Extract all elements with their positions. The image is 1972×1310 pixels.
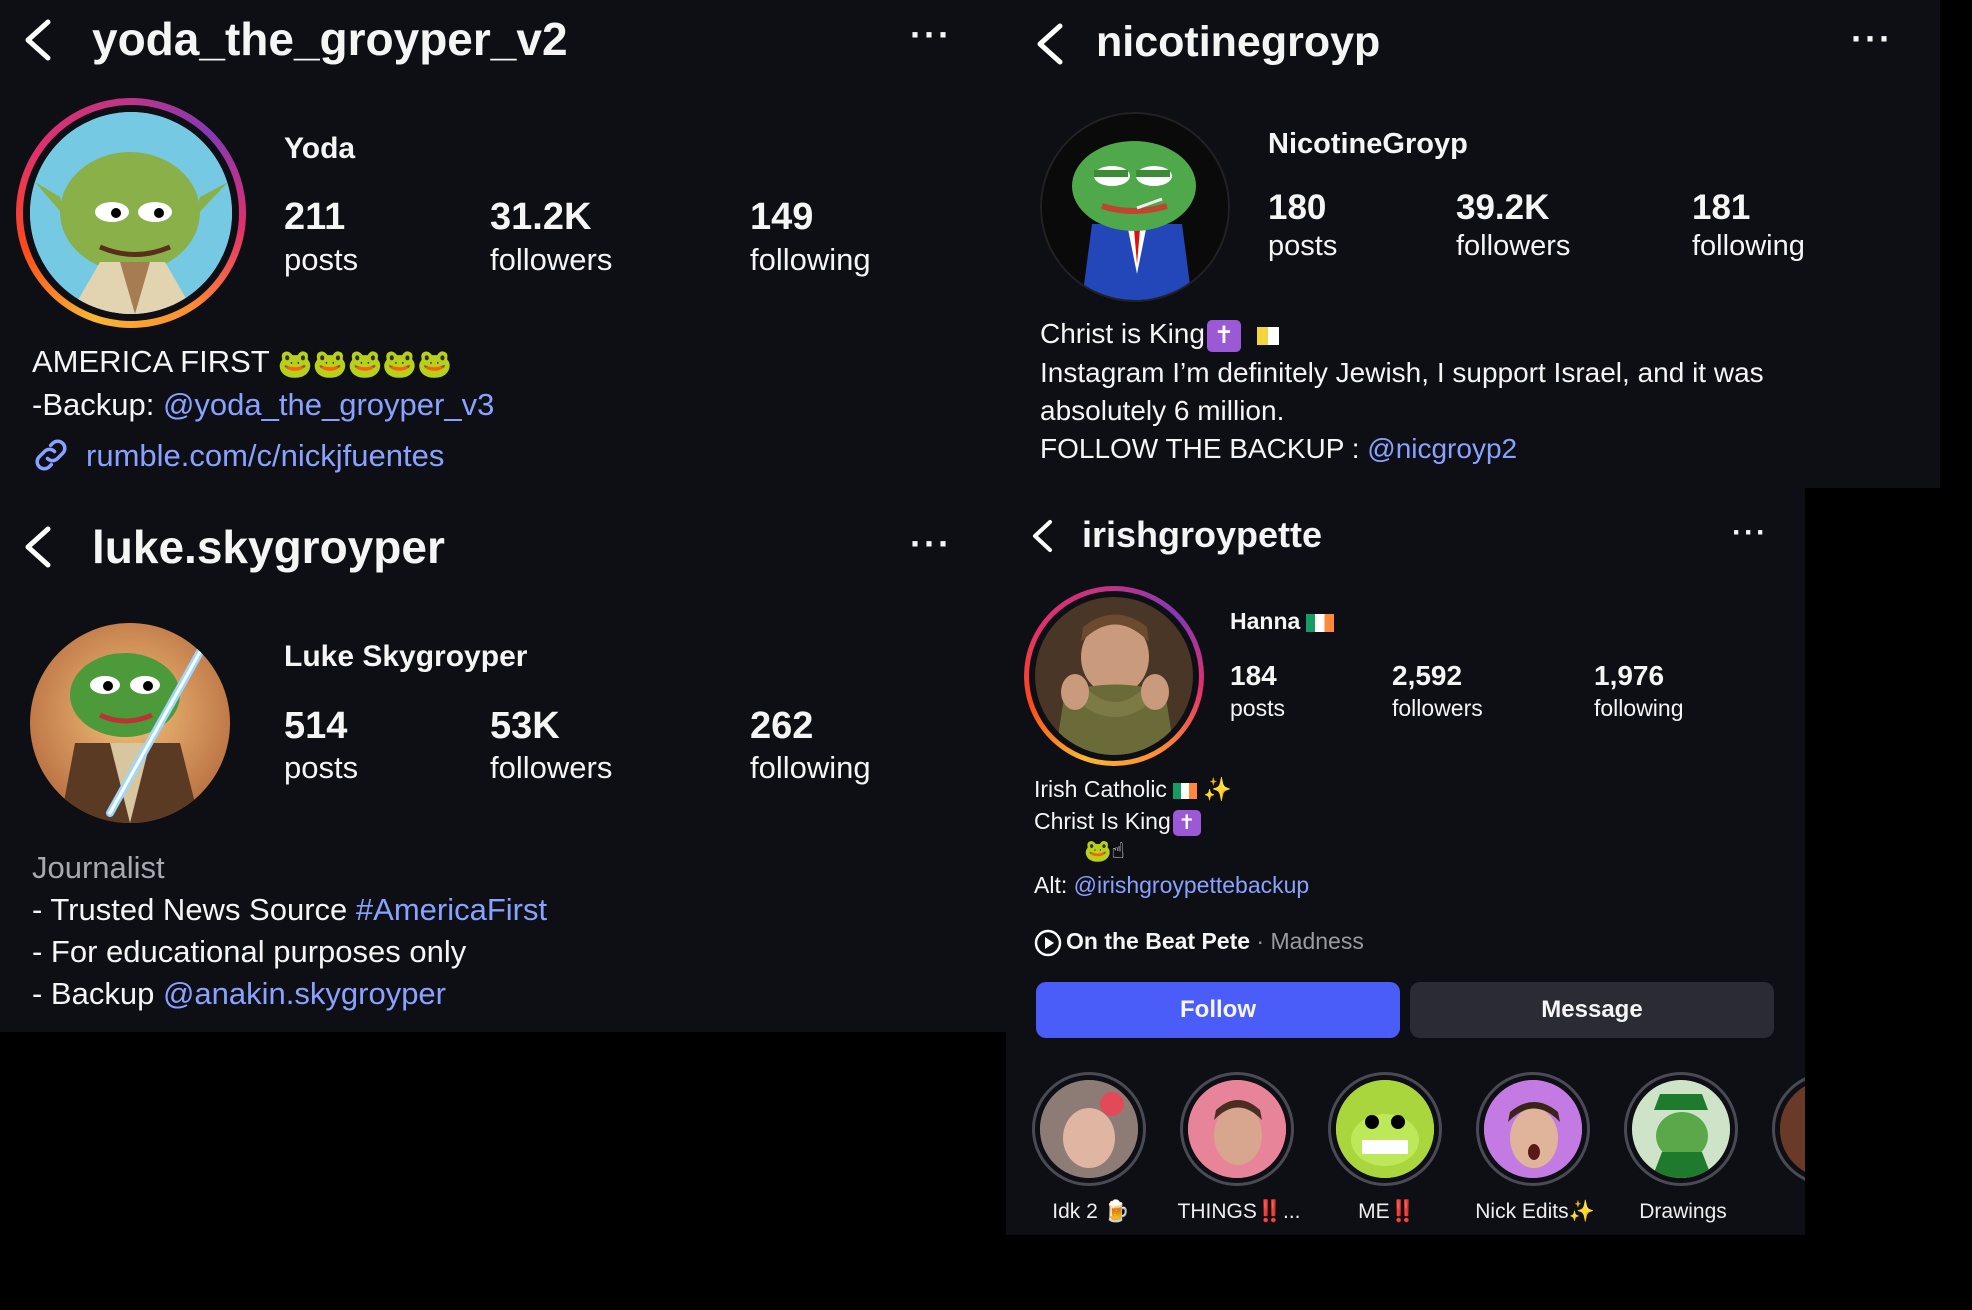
display-name: Hanna — [1230, 608, 1335, 635]
more-options-icon[interactable]: ··· — [1732, 516, 1768, 550]
posts-count[interactable]: 211 — [284, 196, 345, 239]
profile-panel-nicotinegroyp: nicotinegroyp ··· NicotineGroyp 180 post… — [1006, 0, 1940, 488]
avatar — [1040, 112, 1230, 302]
story-ring[interactable] — [16, 98, 246, 328]
following-label: following — [1594, 695, 1684, 721]
posts-label: posts — [284, 750, 359, 785]
highlight-label: Idk 2 🍺 — [1052, 1200, 1130, 1223]
profile-panel-irishgroypette: irishgroypette ··· Hanna 184 posts 2,592… — [1006, 488, 1805, 1235]
avatar — [1035, 597, 1193, 755]
backup-mention-link[interactable]: @yoda_the_groyper_v3 — [163, 387, 494, 422]
bio-line: - For educational purposes only — [32, 934, 467, 969]
following-count[interactable]: 149 — [750, 196, 813, 239]
highlight-cover — [1336, 1080, 1434, 1178]
bio-backup-line: -Backup: @yoda_the_groyper_v3 — [32, 387, 495, 422]
more-options-icon[interactable]: ··· — [910, 14, 952, 56]
profile-username: yoda_the_groyper_v2 — [92, 13, 568, 65]
bio-line: Instagram I’m definitely Jewish, I suppo… — [1040, 357, 1764, 388]
posts-label: posts — [1230, 695, 1285, 721]
ireland-flag-icon — [1172, 782, 1197, 799]
back-chevron-icon[interactable] — [22, 18, 52, 62]
profile-username: irishgroypette — [1082, 514, 1323, 555]
posts-label: posts — [284, 242, 359, 277]
bio-line: Christ is King ✝ — [1040, 318, 1279, 352]
frog-emoji: 🐸🐸🐸🐸🐸 — [277, 348, 453, 380]
highlight-label: Je — [1752, 1200, 1805, 1224]
highlight-cover — [1188, 1080, 1286, 1178]
back-chevron-icon[interactable] — [1034, 22, 1064, 66]
link-icon — [35, 439, 67, 471]
display-name: Yoda — [284, 132, 356, 165]
hashtag-link[interactable]: #AmericaFirst — [356, 892, 547, 927]
profile-website-link[interactable]: rumble.com/c/nickjfuentes — [86, 438, 444, 474]
profile-panel-yoda: yoda_the_groyper_v2 ··· Yoda 211 posts 3… — [0, 0, 1006, 505]
following-label: following — [1692, 230, 1805, 262]
display-name: NicotineGroyp — [1268, 128, 1468, 160]
bio-backup-line: - Backup @anakin.skygroyper — [32, 976, 446, 1011]
followers-count[interactable]: 53K — [490, 705, 560, 748]
highlight-label: THINGS‼️... — [1177, 1200, 1301, 1223]
profile-panel-luke: luke.skygroyper ··· Luke Skygroyper 514 … — [0, 505, 1006, 1032]
ireland-flag-icon — [1306, 613, 1335, 632]
alt-account-line: Alt: @irishgroypettebackup — [1034, 872, 1310, 898]
frog-emoji: 🐸☝ — [1084, 838, 1125, 863]
followers-label: followers — [490, 242, 613, 277]
avatar — [30, 112, 232, 314]
sparkles-emoji: ✨ — [1203, 776, 1232, 802]
followers-count[interactable]: 31.2K — [490, 196, 591, 239]
avatar — [30, 623, 230, 823]
music-play-icon — [1034, 929, 1062, 957]
back-chevron-icon[interactable] — [22, 525, 52, 569]
followers-label: followers — [1392, 695, 1483, 721]
alt-mention-link[interactable]: @irishgroypettebackup — [1074, 872, 1310, 898]
profile-category: Journalist — [32, 850, 165, 885]
followers-label: followers — [490, 750, 613, 785]
highlight-label: ME‼️ — [1358, 1200, 1416, 1223]
more-options-icon[interactable]: ··· — [910, 523, 952, 565]
bio-line: Christ Is King ✝ — [1034, 808, 1201, 836]
more-options-icon[interactable]: ··· — [1851, 18, 1893, 60]
bio-line: absolutely 6 million. — [1040, 395, 1285, 426]
followers-count[interactable]: 2,592 — [1392, 660, 1462, 692]
highlight-cover — [1632, 1080, 1730, 1178]
followers-label: followers — [1456, 230, 1571, 262]
following-label: following — [750, 242, 871, 277]
following-label: following — [750, 750, 871, 785]
following-count[interactable]: 181 — [1692, 188, 1750, 228]
profile-username: nicotinegroyp — [1096, 18, 1381, 66]
highlight-cover — [1040, 1080, 1138, 1178]
message-button[interactable]: Message — [1410, 982, 1774, 1038]
highlight-cover — [1484, 1080, 1582, 1178]
profile-username: luke.skygroyper — [92, 521, 445, 573]
posts-count[interactable]: 184 — [1230, 660, 1277, 692]
posts-count[interactable]: 180 — [1268, 188, 1326, 228]
backup-mention-link[interactable]: @anakin.skygroyper — [163, 976, 446, 1011]
cross-emoji-icon: ✝ — [1206, 319, 1241, 352]
posts-label: posts — [1268, 230, 1338, 262]
back-chevron-icon[interactable] — [1030, 518, 1054, 554]
backup-mention-link[interactable]: @nicgroyp2 — [1367, 433, 1517, 464]
display-name: Luke Skygroyper — [284, 640, 528, 673]
posts-count[interactable]: 514 — [284, 705, 347, 748]
profile-music[interactable]: On the Beat Pete · Madness — [1034, 928, 1364, 957]
cross-emoji-icon: ✝ — [1172, 809, 1201, 836]
story-ring[interactable] — [1024, 586, 1204, 766]
bio-line: AMERICA FIRST 🐸🐸🐸🐸🐸 — [32, 344, 453, 380]
bio-line: Irish Catholic ✨ — [1034, 776, 1232, 802]
following-count[interactable]: 1,976 — [1594, 660, 1664, 692]
highlight-label: Drawings — [1639, 1200, 1727, 1223]
followers-count[interactable]: 39.2K — [1456, 188, 1549, 228]
vatican-flag-icon — [1256, 326, 1279, 345]
bio-backup-line: FOLLOW THE BACKUP : @nicgroyp2 — [1040, 433, 1518, 464]
follow-button[interactable]: Follow — [1036, 982, 1400, 1038]
following-count[interactable]: 262 — [750, 705, 813, 748]
highlight-label: Nick Edits✨ — [1475, 1200, 1595, 1223]
bio-line: - Trusted News Source #AmericaFirst — [32, 892, 548, 927]
